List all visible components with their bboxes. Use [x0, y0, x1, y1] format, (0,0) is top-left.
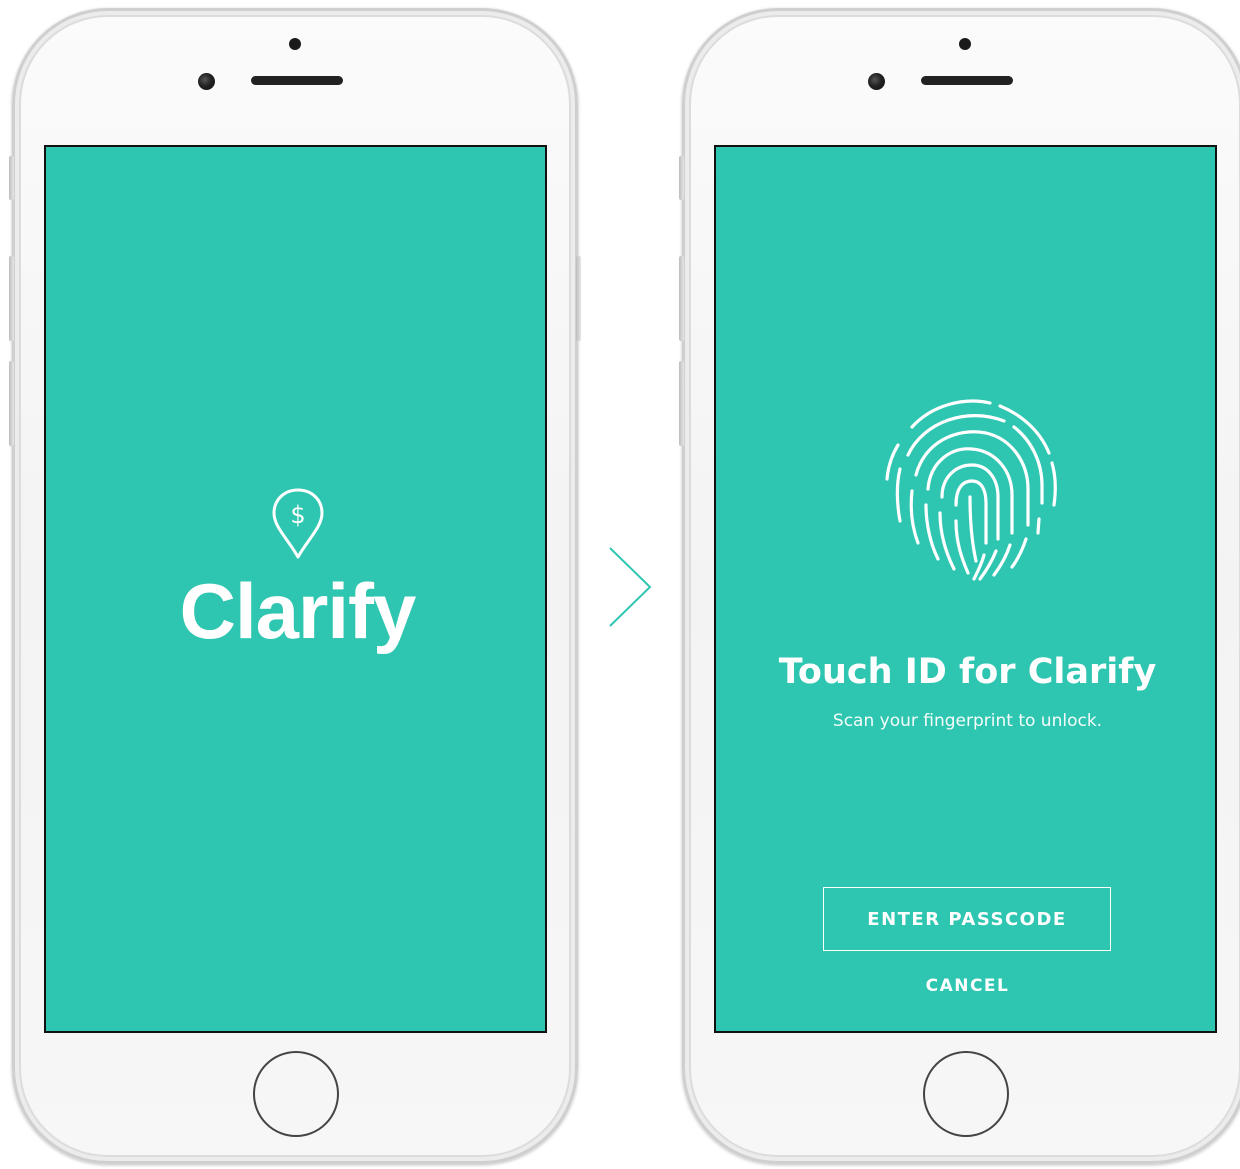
mockup-stage: $ Clarify Touch ID for Clarify Scan your… — [0, 0, 1240, 1169]
touch-id-title: Touch ID for Clarify — [778, 652, 1157, 692]
mute-switch — [9, 156, 14, 200]
home-button[interactable] — [253, 1051, 339, 1137]
volume-down-button — [679, 361, 684, 446]
volume-up-button — [679, 256, 684, 341]
proximity-sensor — [289, 38, 301, 50]
volume-down-button — [9, 361, 14, 446]
front-camera-icon — [198, 73, 215, 90]
enter-passcode-label: ENTER PASSCODE — [867, 908, 1067, 930]
dollar-symbol: $ — [290, 501, 305, 529]
map-pin-dollar-icon: $ — [272, 488, 324, 559]
home-button[interactable] — [923, 1051, 1009, 1137]
touch-id-screen: Touch ID for Clarify Scan your fingerpri… — [714, 145, 1217, 1033]
proximity-sensor — [959, 38, 971, 50]
touch-id-subtitle: Scan your fingerprint to unlock. — [832, 711, 1103, 731]
phone-frame-right: Touch ID for Clarify Scan your fingerpri… — [679, 8, 1240, 1164]
power-button — [576, 256, 581, 341]
front-camera-icon — [868, 73, 885, 90]
phone-frame-left: $ Clarify — [9, 8, 581, 1164]
mute-switch — [679, 156, 684, 200]
enter-passcode-button[interactable]: ENTER PASSCODE — [823, 887, 1111, 951]
earpiece-speaker — [251, 76, 343, 85]
fingerprint-icon — [885, 399, 1057, 581]
brand-name: Clarify — [179, 567, 417, 655]
cancel-button[interactable]: CANCEL — [716, 976, 1215, 996]
chevron-right-icon — [609, 547, 652, 627]
earpiece-speaker — [921, 76, 1013, 85]
splash-screen: $ Clarify — [44, 145, 547, 1033]
volume-up-button — [9, 256, 14, 341]
